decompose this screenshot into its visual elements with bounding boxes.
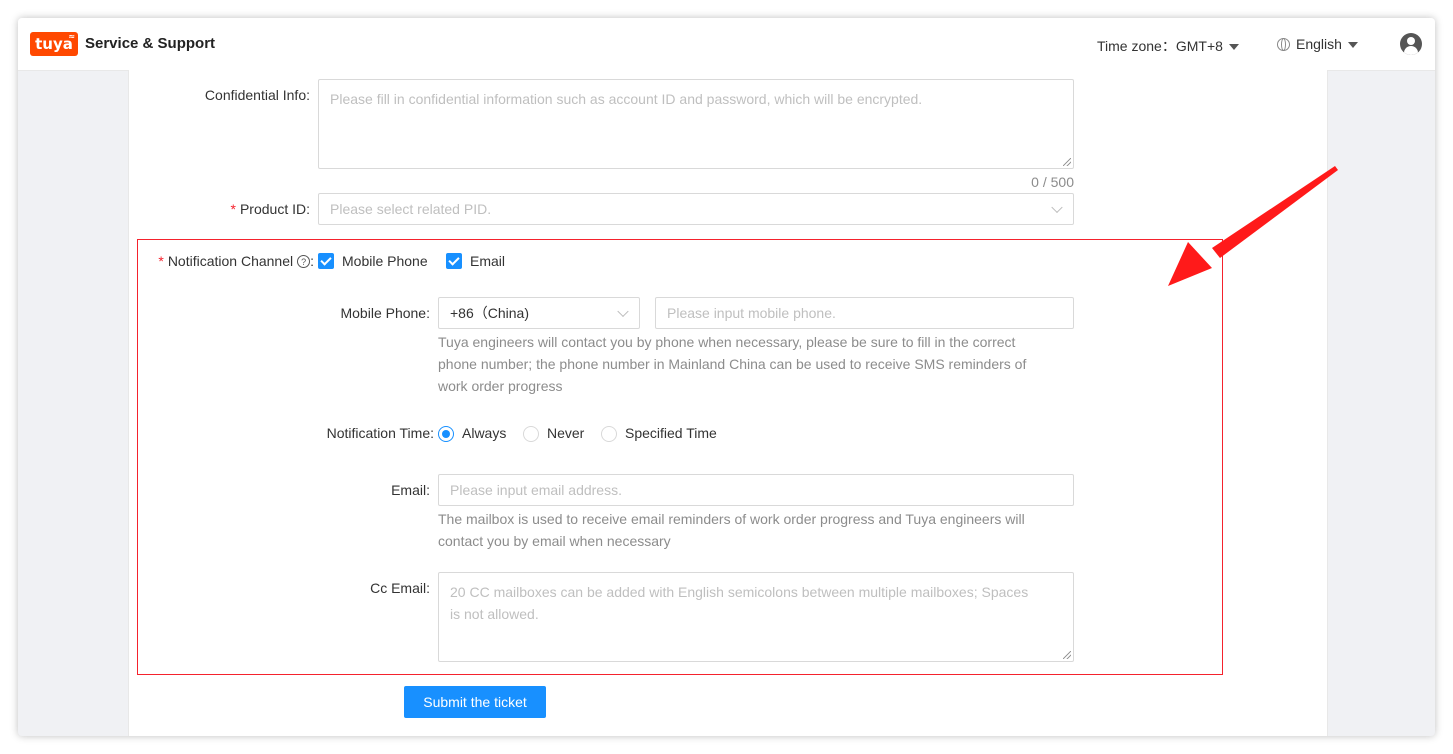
language-selector[interactable]: English bbox=[1277, 36, 1358, 52]
logo-text: tuya bbox=[35, 35, 73, 53]
confidential-placeholder: Please fill in confidential information … bbox=[330, 91, 923, 107]
tuya-logo[interactable]: tuya ≈ bbox=[30, 32, 78, 56]
specified-time-radio[interactable] bbox=[601, 426, 617, 442]
mobile-phone-placeholder: Please input mobile phone. bbox=[667, 305, 836, 321]
mobile-phone-hint: Tuya engineers will contact you by phone… bbox=[438, 334, 1027, 394]
country-code-select[interactable]: +86（China) bbox=[438, 297, 640, 329]
caret-down-icon bbox=[1228, 44, 1239, 51]
cc-email-placeholder-line: is not allowed. bbox=[450, 606, 539, 622]
resize-handle-icon[interactable] bbox=[1063, 158, 1071, 166]
chevron-down-icon bbox=[617, 305, 629, 318]
cc-email-textarea[interactable]: 20 CC mailboxes can be added with Englis… bbox=[438, 572, 1074, 662]
product-id-placeholder: Please select related PID. bbox=[330, 201, 492, 217]
never-label[interactable]: Never bbox=[547, 425, 584, 441]
help-icon[interactable]: ? bbox=[297, 255, 311, 268]
mobile-phone-input[interactable]: Please input mobile phone. bbox=[655, 297, 1074, 329]
email-hint: The mailbox is used to receive email rem… bbox=[438, 511, 1025, 549]
product-id-select[interactable]: Please select related PID. bbox=[318, 193, 1074, 225]
always-radio[interactable] bbox=[438, 426, 454, 442]
email-placeholder: Please input email address. bbox=[450, 482, 622, 498]
mobile-phone-option-label[interactable]: Mobile Phone bbox=[342, 253, 428, 269]
cc-email-label: Cc Email: bbox=[370, 580, 430, 596]
specified-time-label[interactable]: Specified Time bbox=[625, 425, 717, 441]
chevron-down-icon bbox=[1051, 201, 1063, 214]
mobile-phone-label: Mobile Phone: bbox=[340, 305, 430, 321]
top-bar: tuya ≈ Service & Support Time zone：GMT+8 … bbox=[18, 18, 1435, 71]
brand-title: Service & Support bbox=[85, 35, 216, 52]
confidential-textarea[interactable]: Please fill in confidential information … bbox=[318, 79, 1074, 169]
email-label: Email: bbox=[391, 482, 430, 498]
cc-email-placeholder-line: 20 CC mailboxes can be added with Englis… bbox=[450, 584, 1029, 600]
email-checkbox[interactable] bbox=[446, 253, 462, 269]
language-label: English bbox=[1296, 36, 1342, 52]
submit-ticket-button[interactable]: Submit the ticket bbox=[404, 686, 546, 718]
confidential-label: Confidential Info: bbox=[204, 87, 310, 103]
timezone-label: Time zone：GMT+8 bbox=[1097, 38, 1223, 54]
notification-time-label: Notification Time: bbox=[326, 425, 434, 441]
annotation-arrow-icon bbox=[1168, 166, 1338, 286]
always-label[interactable]: Always bbox=[462, 425, 506, 441]
country-code-value: +86（China) bbox=[450, 305, 529, 321]
wifi-icon: ≈ bbox=[68, 32, 75, 41]
globe-icon bbox=[1277, 38, 1290, 51]
timezone-selector[interactable]: Time zone：GMT+8 bbox=[1097, 36, 1239, 56]
email-option-label[interactable]: Email bbox=[470, 253, 505, 269]
resize-handle-icon[interactable] bbox=[1063, 651, 1071, 659]
notification-channel-label: * Notification Channel?: bbox=[158, 253, 314, 269]
user-avatar-icon[interactable] bbox=[1400, 33, 1422, 55]
caret-down-icon bbox=[1347, 42, 1358, 49]
email-input[interactable]: Please input email address. bbox=[438, 474, 1074, 506]
char-counter: 0 / 500 bbox=[1031, 174, 1074, 190]
mobile-phone-checkbox[interactable] bbox=[318, 253, 334, 269]
never-radio[interactable] bbox=[523, 426, 539, 442]
product-id-label: * Product ID: bbox=[230, 201, 310, 217]
